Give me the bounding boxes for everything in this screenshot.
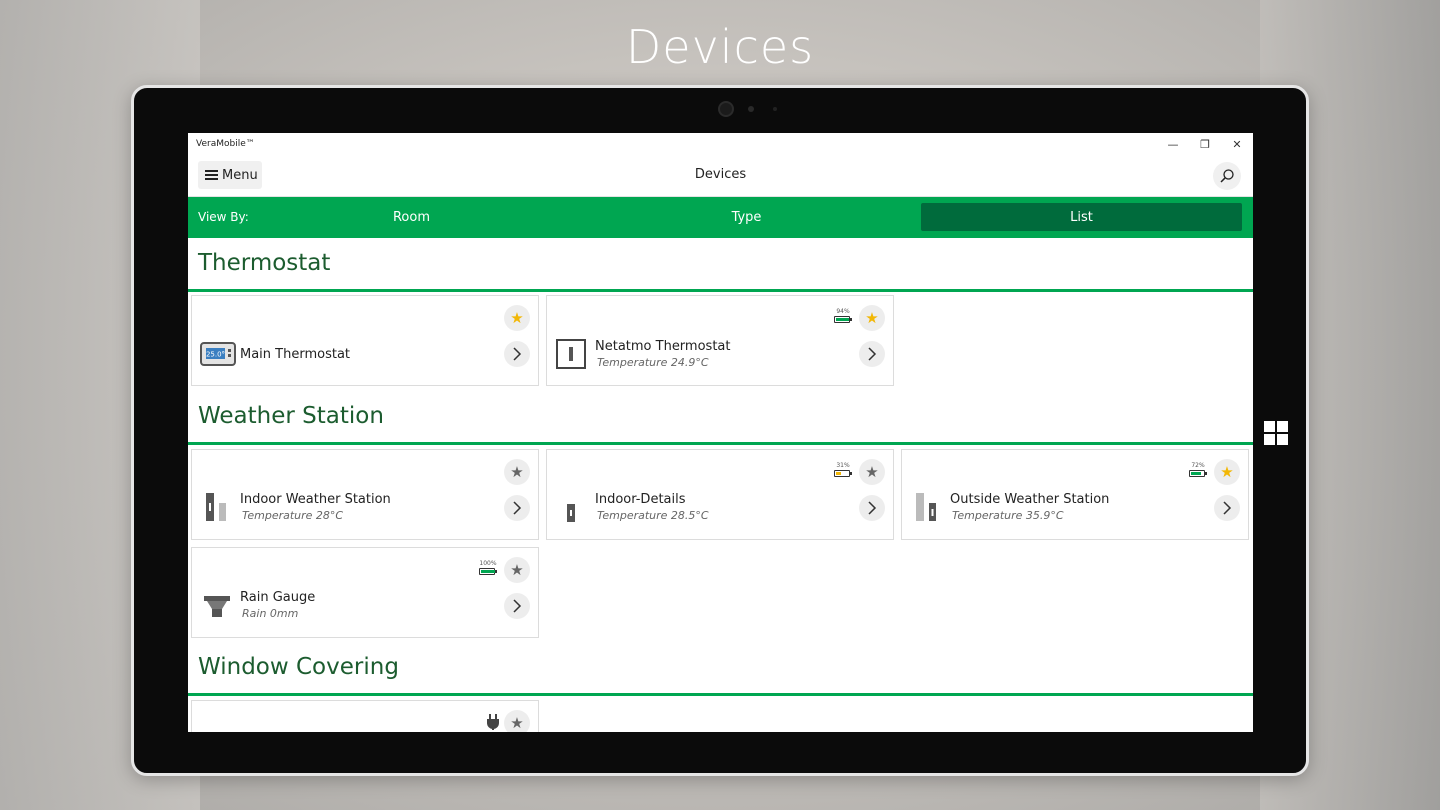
battery-icon (479, 568, 497, 575)
search-icon (1220, 169, 1234, 183)
window-titlebar: VeraMobile™ — ❐ ✕ (188, 133, 1253, 155)
star-icon: ★ (1220, 463, 1234, 481)
favorite-star-button[interactable]: ★ (859, 459, 885, 485)
close-button[interactable]: ✕ (1221, 133, 1253, 155)
tab-list[interactable]: List (921, 203, 1242, 231)
battery-icon (834, 316, 852, 323)
star-icon: ★ (865, 309, 879, 327)
restore-button[interactable]: ❐ (1189, 133, 1221, 155)
battery-percent: 31% (836, 462, 850, 469)
device-detail: Temperature 24.9°C (597, 356, 709, 369)
app-bar: Menu Devices (188, 155, 1253, 197)
battery-icon (834, 470, 852, 477)
device-list: Thermostat 25.0° Main Thermostat ★ Netat… (188, 238, 1253, 732)
page-heading: Devices (625, 20, 815, 74)
device-detail: Temperature 28.5°C (597, 509, 709, 522)
favorite-star-button[interactable]: ★ (504, 710, 530, 732)
device-name: Indoor-Details (595, 492, 686, 507)
thermostat-box-icon (556, 339, 586, 369)
device-details-button[interactable] (504, 341, 530, 367)
search-button[interactable] (1213, 162, 1241, 190)
favorite-star-button[interactable]: ★ (504, 305, 530, 331)
chevron-right-icon (513, 347, 522, 361)
battery-icon (1189, 470, 1207, 477)
minimize-button[interactable]: — (1157, 133, 1189, 155)
battery-indicator: 72% (1188, 462, 1208, 477)
favorite-star-button[interactable]: ★ (504, 459, 530, 485)
device-details-button[interactable] (504, 593, 530, 619)
device-details-button[interactable] (504, 495, 530, 521)
weather-station-icon (206, 493, 226, 521)
star-icon: ★ (510, 714, 524, 732)
device-card-outside-weather-station[interactable]: Outside Weather Station Temperature 35.9… (901, 449, 1249, 540)
sensor-dot-icon (773, 107, 777, 111)
rain-gauge-icon (204, 596, 230, 617)
star-icon: ★ (510, 463, 524, 481)
view-by-bar: View By: Room Type List (188, 197, 1253, 238)
section-divider (188, 693, 1253, 696)
device-details-button[interactable] (859, 495, 885, 521)
windows-logo-icon[interactable] (1264, 421, 1289, 445)
tab-type[interactable]: Type (586, 203, 907, 231)
device-details-button[interactable] (1214, 495, 1240, 521)
device-card-rain-gauge[interactable]: Rain Gauge Rain 0mm 100% ★ (191, 547, 539, 638)
battery-indicator: 100% (478, 560, 498, 575)
thermostat-display-value: 25.0° (206, 351, 225, 359)
tab-room[interactable]: Room (251, 203, 572, 231)
battery-percent: 72% (1191, 462, 1205, 469)
device-detail: Rain 0mm (242, 607, 299, 620)
device-name: Indoor Weather Station (240, 492, 391, 507)
device-card-indoor-details[interactable]: Indoor-Details Temperature 28.5°C 31% ★ (546, 449, 894, 540)
section-divider (188, 289, 1253, 292)
app-window: VeraMobile™ — ❐ ✕ Menu Devices View By: … (188, 133, 1253, 732)
favorite-star-button[interactable]: ★ (504, 557, 530, 583)
device-card-indoor-weather-station[interactable]: Indoor Weather Station Temperature 28°C … (191, 449, 539, 540)
chevron-right-icon (513, 599, 522, 613)
favorite-star-button[interactable]: ★ (859, 305, 885, 331)
chevron-right-icon (868, 347, 877, 361)
window-title: VeraMobile™ (196, 139, 255, 149)
battery-indicator: 94% (833, 308, 853, 323)
sensor-icon (748, 106, 754, 112)
device-details-button[interactable] (859, 341, 885, 367)
battery-percent: 100% (479, 560, 497, 567)
device-name: Netatmo Thermostat (595, 339, 731, 354)
section-divider (188, 442, 1253, 445)
power-plug-icon (487, 714, 499, 730)
device-card-main-thermostat[interactable]: 25.0° Main Thermostat ★ (191, 295, 539, 386)
weather-station-icon (916, 493, 936, 521)
chevron-right-icon (513, 501, 522, 515)
camera-icon (718, 101, 734, 117)
star-icon: ★ (510, 561, 524, 579)
thermostat-display-icon: 25.0° (200, 342, 236, 366)
device-detail: Temperature 35.9°C (952, 509, 1064, 522)
device-detail: Temperature 28°C (242, 509, 344, 522)
star-icon: ★ (510, 309, 524, 327)
chevron-right-icon (868, 501, 877, 515)
section-title-weather-station: Weather Station (198, 403, 384, 429)
device-card-netatmo-thermostat[interactable]: Netatmo Thermostat Temperature 24.9°C 94… (546, 295, 894, 386)
star-icon: ★ (865, 463, 879, 481)
weather-module-icon (567, 504, 575, 522)
device-name: Outside Weather Station (950, 492, 1110, 507)
app-title: Devices (694, 167, 747, 182)
device-name: Rain Gauge (240, 590, 316, 605)
device-name: Main Thermostat (240, 347, 351, 362)
chevron-right-icon (1223, 501, 1232, 515)
battery-indicator: 31% (833, 462, 853, 477)
favorite-star-button[interactable]: ★ (1214, 459, 1240, 485)
section-title-window-covering: Window Covering (198, 654, 399, 680)
section-title-thermostat: Thermostat (198, 250, 331, 276)
battery-percent: 94% (836, 308, 850, 315)
device-card-window-covering[interactable]: ★ (191, 700, 539, 732)
view-by-label: View By: (198, 210, 249, 224)
